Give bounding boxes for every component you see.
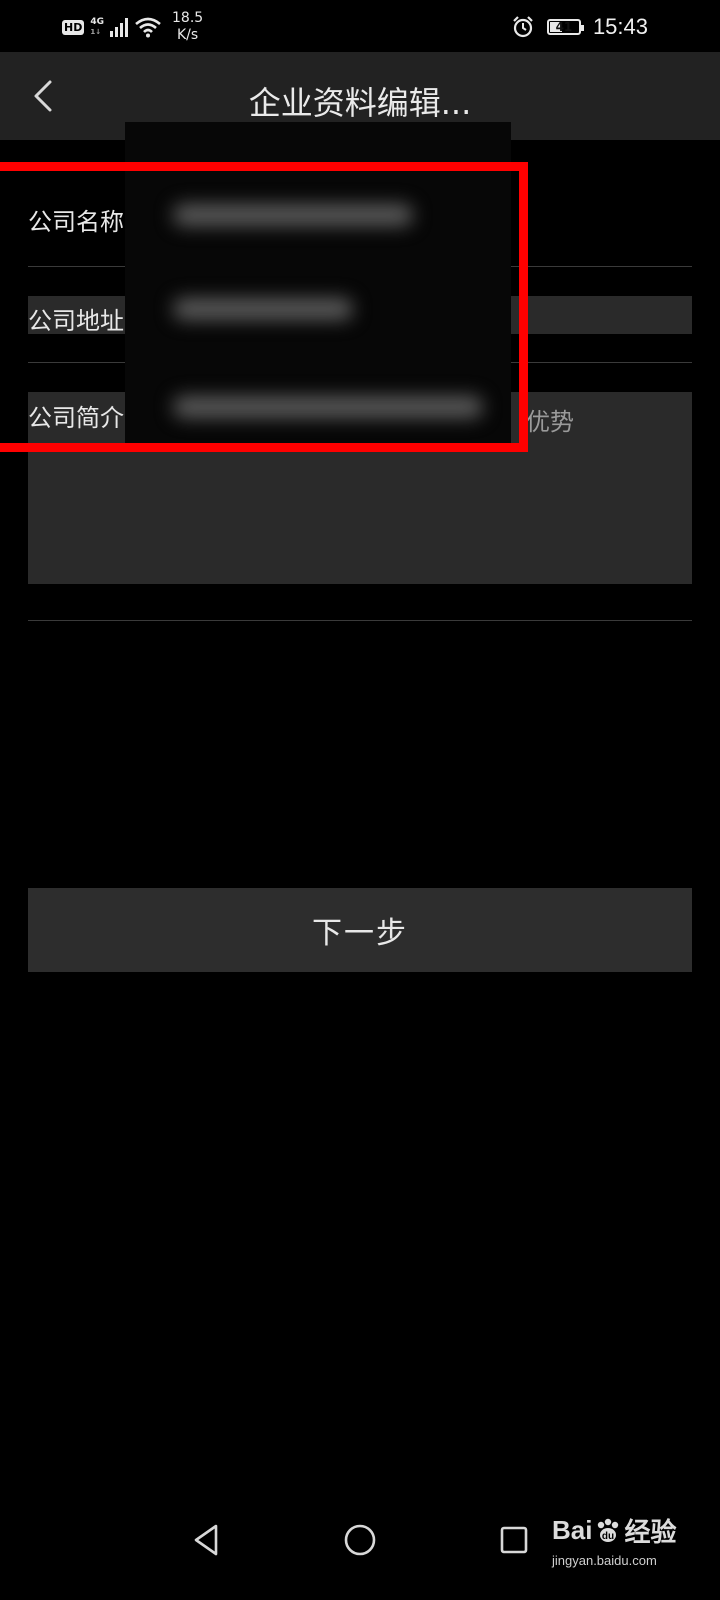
speed-unit: K/s [176, 27, 199, 43]
wifi-icon [135, 17, 161, 38]
battery-icon: 41 [546, 19, 584, 35]
baidu-watermark: Bai du 经验 jingyan.baidu.com [552, 1512, 692, 1582]
watermark-brand: Bai du 经验 [552, 1512, 692, 1549]
watermark-brand-left: Bai [552, 1515, 593, 1545]
hd-badge: HD [62, 19, 85, 35]
square-recent-icon[interactable] [494, 1520, 534, 1560]
paw-icon: du [598, 1518, 619, 1542]
watermark-url: jingyan.baidu.com [552, 1553, 657, 1568]
next-step-button[interactable]: 下一步 [28, 888, 692, 972]
page-title: 企业资料编辑... [248, 84, 472, 122]
network-label: 4G [90, 17, 104, 27]
status-time: 15:43 [592, 14, 648, 39]
status-bar: HD 4G 1↓ 18.5 K/s 41 15:43 [0, 0, 720, 52]
svg-text:du: du [602, 1531, 614, 1542]
speed-value: 18.5 [172, 10, 204, 26]
signal-icon [110, 17, 128, 37]
highlight-box [0, 162, 528, 452]
watermark-brand-right: 经验 [624, 1517, 677, 1547]
status-right: 41 15:43 [511, 10, 648, 44]
circle-home-icon[interactable] [340, 1520, 380, 1560]
network-type: 4G 1↓ [90, 17, 104, 37]
battery-level: 41 [555, 20, 573, 34]
alarm-icon [513, 16, 533, 38]
divider [28, 620, 692, 621]
triangle-back-icon[interactable] [188, 1520, 224, 1560]
network-sub-label: 1↓ [90, 28, 102, 36]
status-left: HD 4G 1↓ 18.5 K/s [62, 10, 203, 44]
network-speed: 18.5 K/s [172, 10, 203, 44]
